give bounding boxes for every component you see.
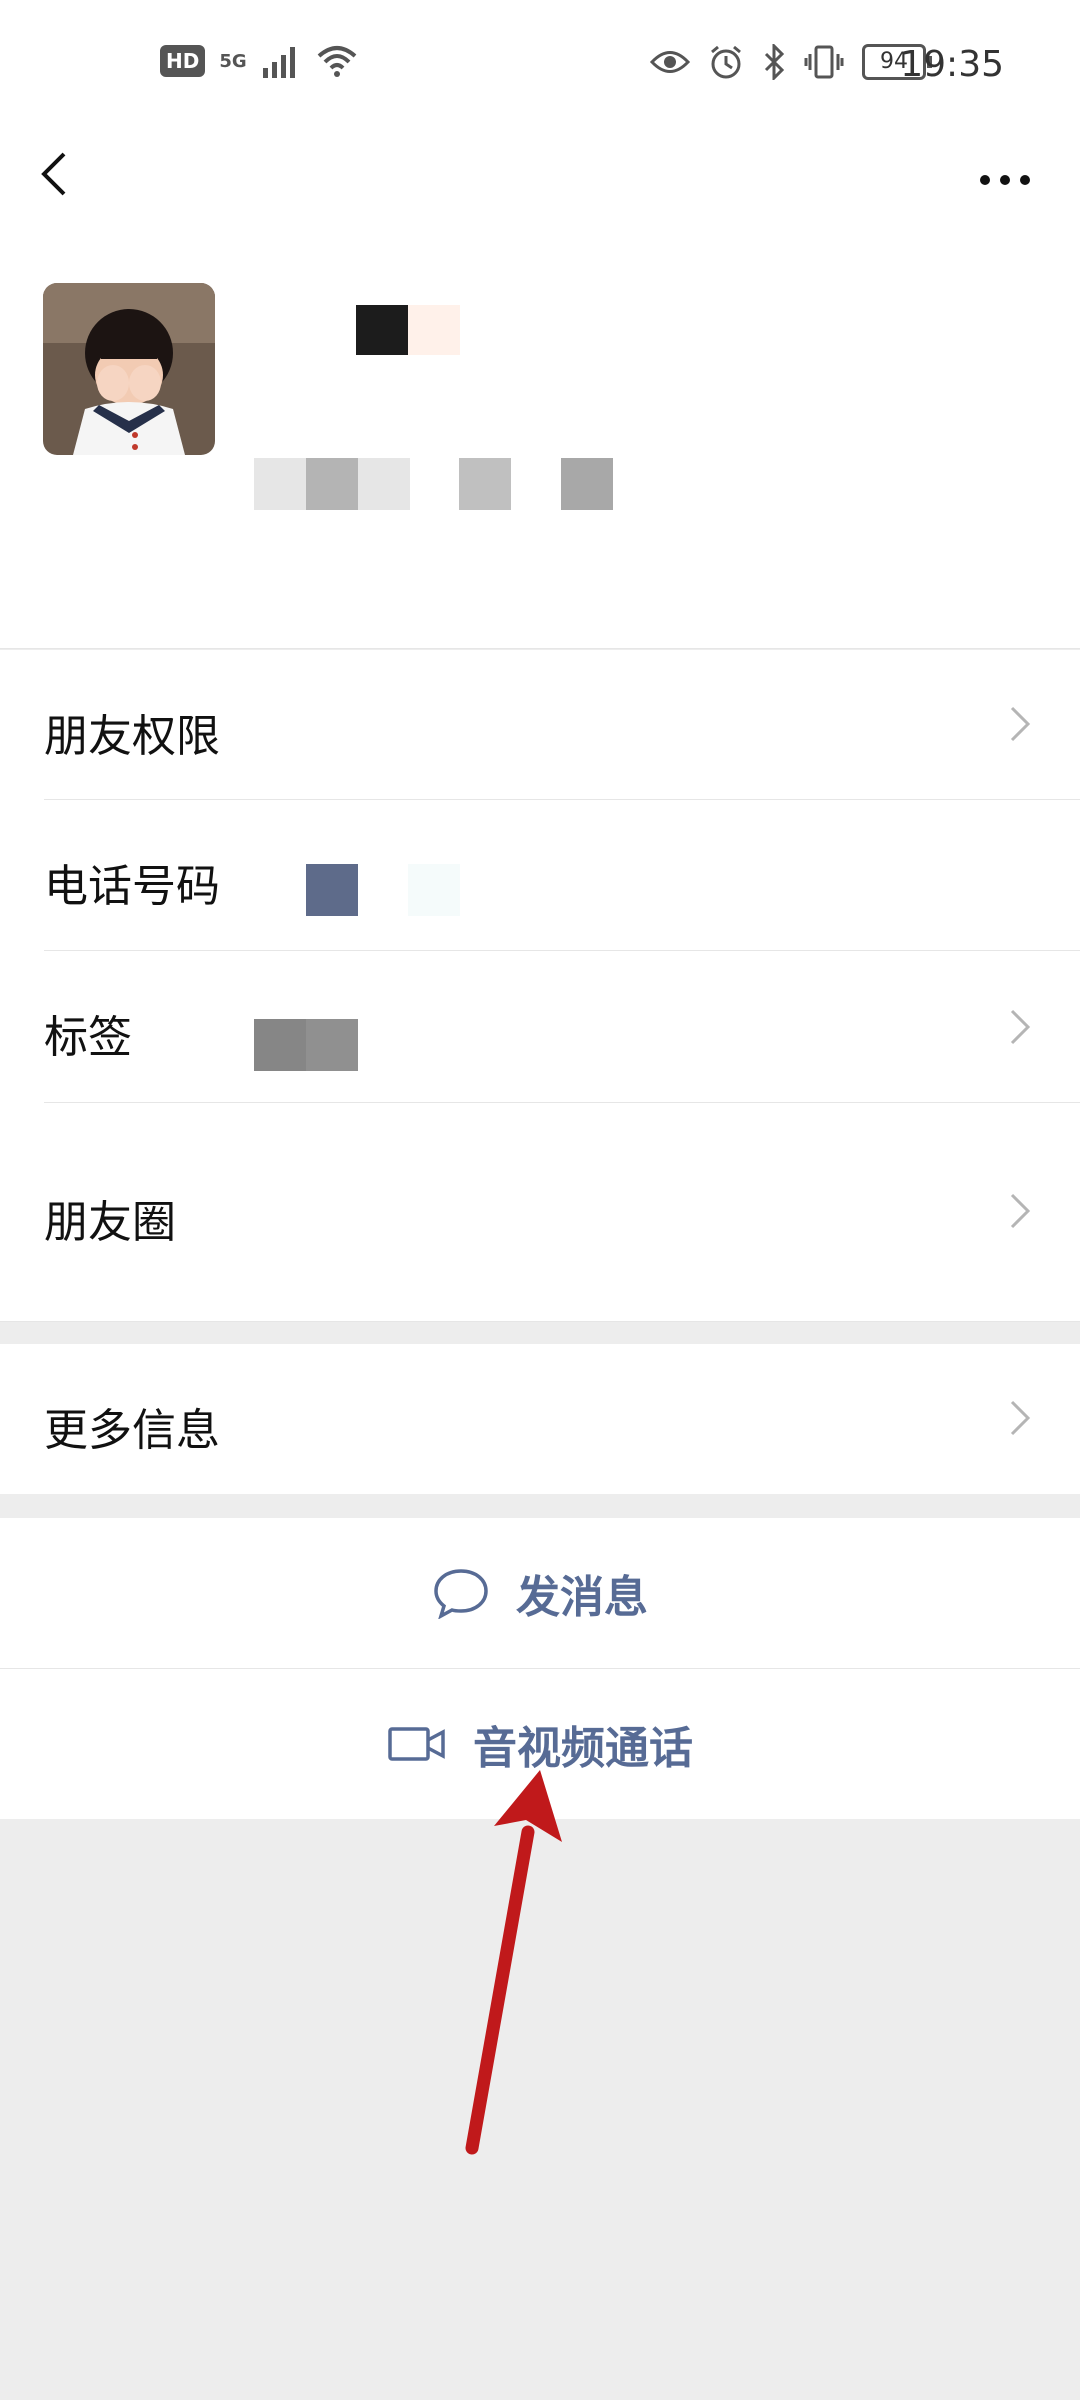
profile-header bbox=[0, 270, 1080, 649]
back-button[interactable] bbox=[30, 140, 110, 220]
nav-bar bbox=[0, 140, 1080, 270]
status-right: 94 bbox=[650, 44, 932, 80]
chevron-right-icon bbox=[1010, 1400, 1031, 1436]
status-bar: HD 5G 94 19:35 bbox=[0, 0, 1080, 140]
vibrate-icon bbox=[804, 45, 844, 79]
video-call-label: 音视频通话 bbox=[473, 1723, 693, 1774]
send-message-button[interactable]: 发消息 bbox=[0, 1518, 1080, 1669]
redacted-tag bbox=[254, 1019, 358, 1071]
row-label: 标签 bbox=[44, 1012, 132, 1063]
chat-bubble-icon bbox=[434, 1569, 488, 1619]
eye-icon bbox=[650, 51, 690, 73]
row-more-info[interactable]: 更多信息 bbox=[0, 1344, 1080, 1494]
chevron-right-icon bbox=[1010, 1009, 1031, 1045]
video-call-button[interactable]: 音视频通话 bbox=[0, 1669, 1080, 1819]
video-camera-icon bbox=[388, 1727, 445, 1761]
network-label: 5G bbox=[219, 50, 247, 72]
chevron-right-icon bbox=[1010, 1193, 1031, 1229]
wifi-icon bbox=[317, 46, 356, 77]
avatar[interactable] bbox=[43, 283, 215, 455]
row-tags[interactable]: 标签 bbox=[0, 951, 1080, 1103]
chevron-right-icon bbox=[1010, 706, 1031, 742]
status-left: HD 5G bbox=[160, 44, 359, 78]
bluetooth-icon bbox=[764, 44, 785, 80]
dot-icon bbox=[1020, 175, 1030, 185]
row-label: 朋友圈 bbox=[44, 1197, 176, 1248]
redacted-id bbox=[254, 458, 614, 510]
row-label: 朋友权限 bbox=[44, 711, 220, 762]
dot-icon bbox=[1000, 175, 1010, 185]
redacted-phone-fade bbox=[408, 864, 460, 916]
more-button[interactable] bbox=[970, 160, 1040, 200]
alarm-icon bbox=[711, 45, 741, 79]
send-message-label: 发消息 bbox=[516, 1572, 648, 1623]
redacted-phone bbox=[306, 864, 358, 916]
hd-badge: HD bbox=[160, 45, 206, 77]
avatar-image bbox=[43, 283, 215, 455]
row-friend-permission[interactable]: 朋友权限 bbox=[0, 650, 1080, 800]
row-phone-number[interactable]: 电话号码 bbox=[0, 800, 1080, 951]
row-label: 更多信息 bbox=[44, 1405, 220, 1456]
row-label: 电话号码 bbox=[44, 861, 220, 912]
redacted-name bbox=[356, 305, 460, 355]
dot-icon bbox=[980, 175, 990, 185]
row-moments[interactable]: 朋友圈 bbox=[0, 1103, 1080, 1322]
signal-icon bbox=[262, 47, 295, 78]
chevron-left-icon bbox=[41, 152, 66, 196]
status-time: 19:35 bbox=[900, 44, 1004, 85]
